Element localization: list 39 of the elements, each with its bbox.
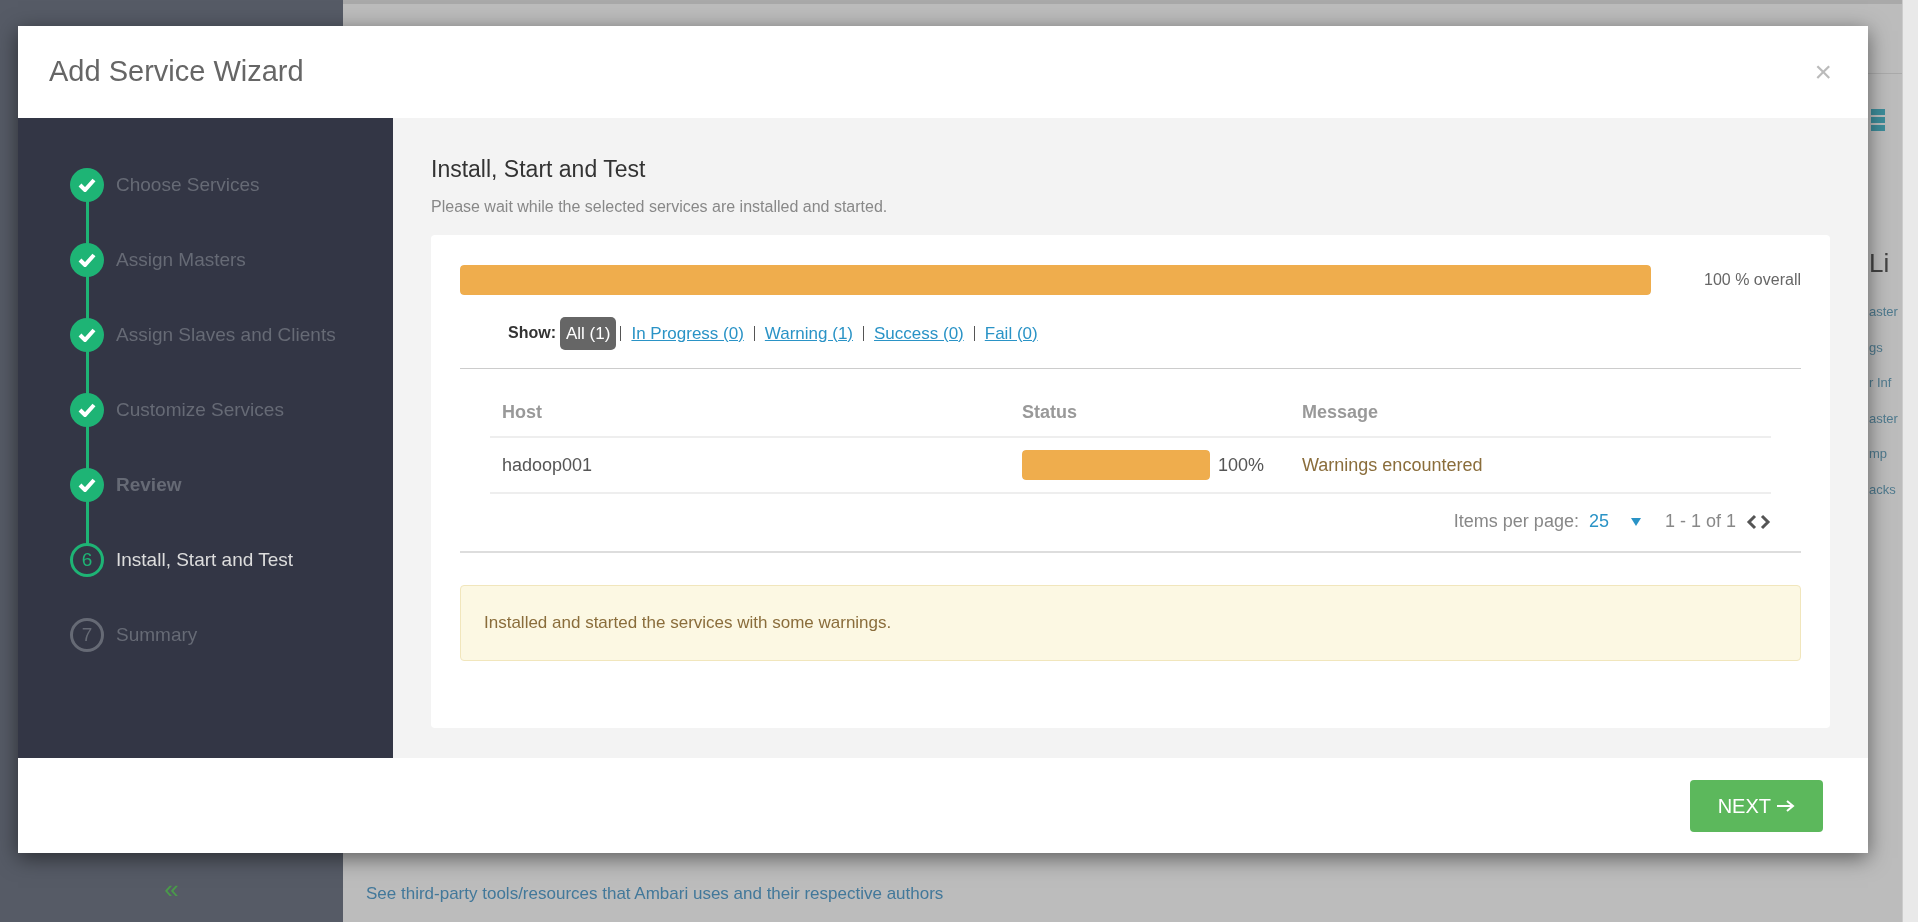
arrow-right-icon <box>1777 799 1795 812</box>
column-header: Host <box>501 401 543 424</box>
warning-alert: Installed and started the services with some warnings. <box>460 585 1801 661</box>
sidebar-link[interactable]: mp <box>1869 444 1888 464</box>
overall-percent: 100 % overall <box>1703 269 1801 290</box>
filter-link[interactable]: All (1) <box>560 316 617 350</box>
filter-label: Show: <box>508 323 556 344</box>
filter-link[interactable]: In Progress (0) <box>625 316 750 350</box>
step-description: Please wait while the selected services are installed and started. <box>431 196 889 217</box>
close-button[interactable]: × <box>1808 57 1838 87</box>
sidebar-link[interactable]: gs <box>1869 337 1883 357</box>
status-percent: 100% <box>1218 453 1265 477</box>
next-button[interactable]: NEXT <box>1689 779 1823 832</box>
credits-link[interactable]: See third-party tools/resources that Ambari uses and their respective authors <box>366 883 944 903</box>
filter-link[interactable]: Fail (0) <box>978 316 1044 350</box>
sidebar-link[interactable]: aster <box>1869 302 1898 322</box>
column-header: Message <box>1301 401 1380 424</box>
column-header: Status <box>1021 401 1078 424</box>
collapse-toggle[interactable]: « <box>164 876 179 902</box>
step-label[interactable]: Install, Start and Test <box>116 543 346 570</box>
previous-page-icon[interactable] <box>1746 513 1757 530</box>
page-range: 1 - 1 of 1 <box>1664 510 1736 533</box>
section-heading: Li <box>1869 250 1890 276</box>
scrollbar[interactable] <box>1902 0 1918 922</box>
sidebar-link[interactable]: aster <box>1869 408 1898 428</box>
next-page-icon[interactable] <box>1760 513 1771 530</box>
caret-icon <box>1630 517 1641 526</box>
host-cell-text: hadoop001 <box>501 453 594 477</box>
sidebar-link[interactable]: acks <box>1869 479 1896 499</box>
dialog-title: Add Service Wizard <box>49 54 304 90</box>
step-number: 6 <box>70 543 104 577</box>
sidebar-link[interactable]: r Inf <box>1869 373 1892 393</box>
step-heading: Install, Start and Test <box>431 155 647 184</box>
items-per-page-label: Items per page: <box>1453 510 1579 533</box>
message-cell-text: Warnings encountered <box>1301 453 1484 477</box>
filter-link[interactable]: Success (0) <box>868 316 970 350</box>
grid-icon[interactable] <box>1871 109 1885 131</box>
filter-link[interactable]: Warning (1) <box>758 316 859 350</box>
page-size-select[interactable]: 25 <box>1588 508 1641 535</box>
